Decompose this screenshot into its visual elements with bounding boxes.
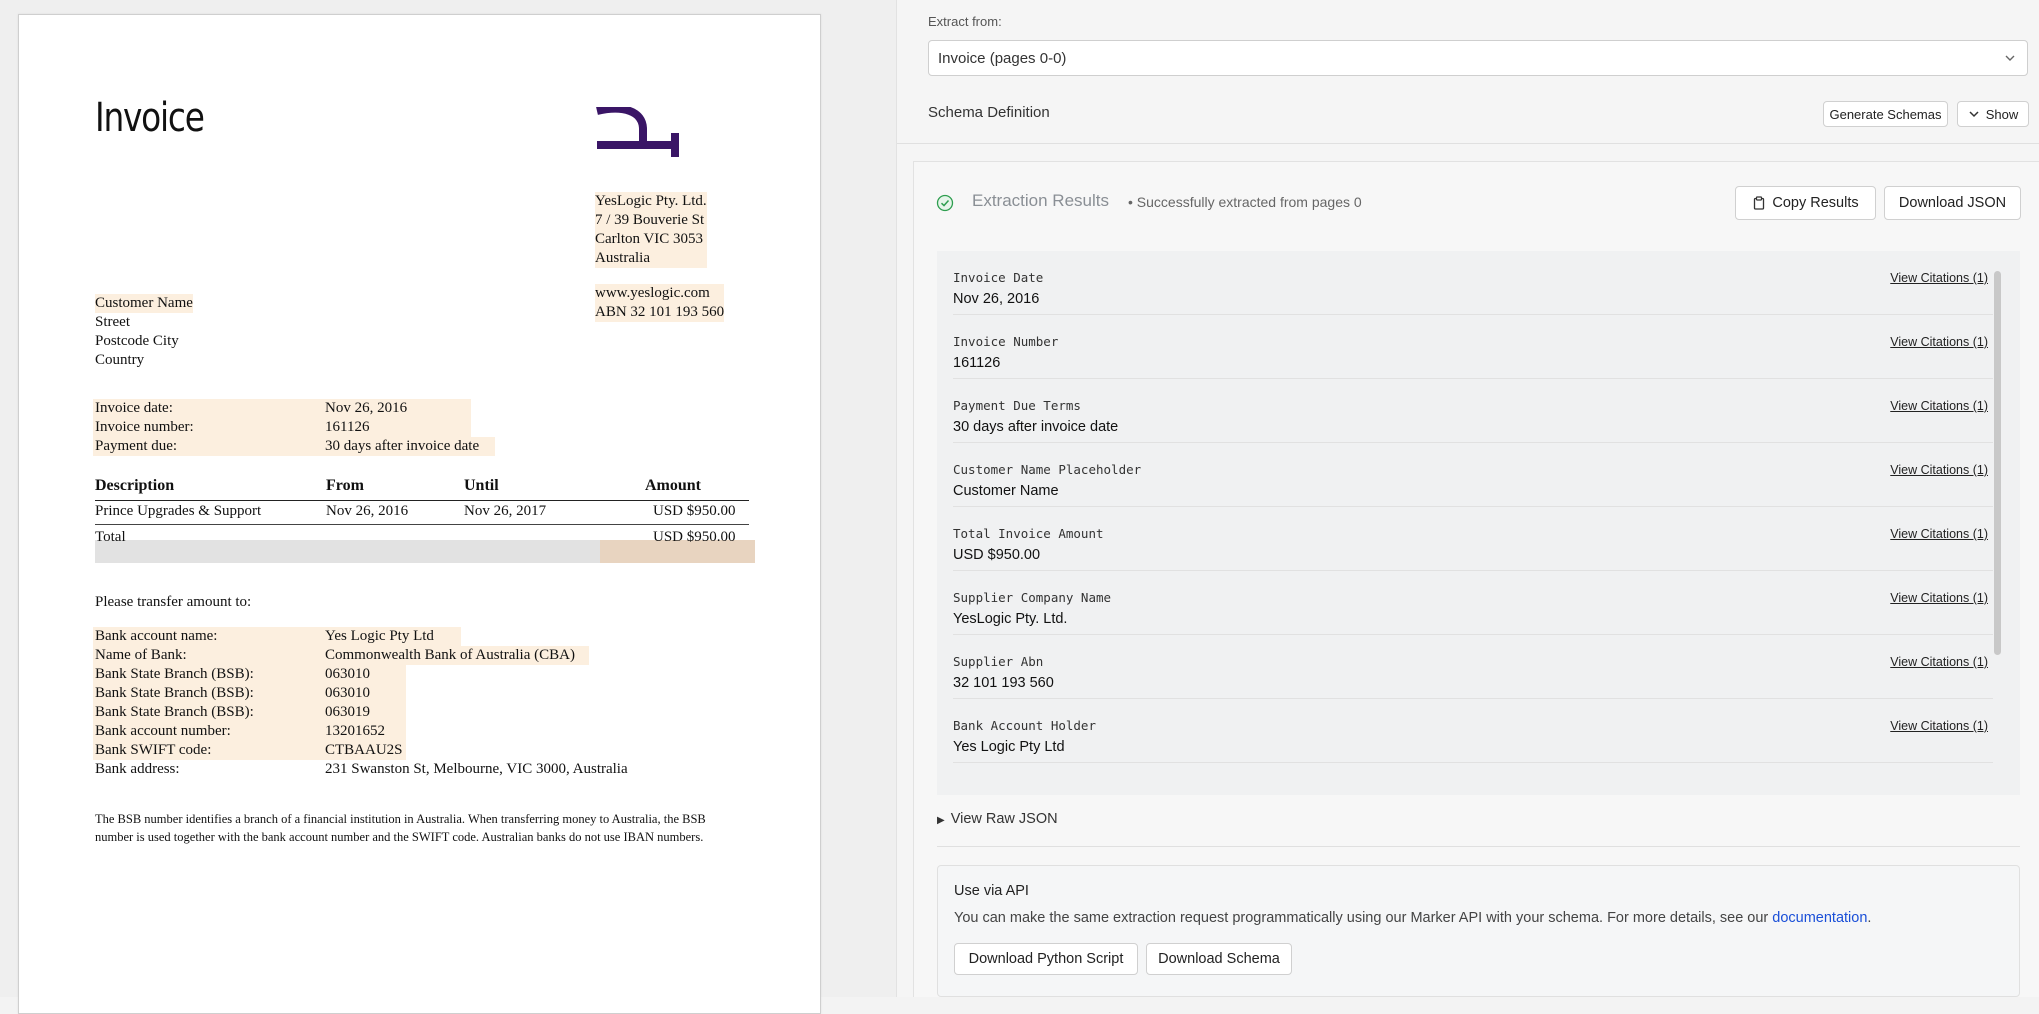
clipboard-icon	[1754, 196, 1765, 210]
invoice-title: Invoice	[95, 95, 205, 141]
transfer-text: Please transfer amount to:	[95, 594, 252, 610]
supplier-address: YesLogic Pty. Ltd. 7 / 39 Bouverie St Ca…	[595, 192, 707, 268]
view-raw-json-toggle[interactable]: ▶ View Raw JSON	[937, 811, 1058, 827]
view-citations-link[interactable]: View Citations (1)	[1890, 527, 1988, 541]
list-item: Payment Due Terms 30 days after invoice …	[953, 379, 1993, 443]
api-section: Use via API You can make the same extrac…	[937, 865, 2020, 997]
yeslogic-logo	[596, 107, 679, 157]
extraction-panel: Extract from: Invoice (pages 0-0) Schema…	[897, 0, 2039, 997]
bank-row: Bank SWIFT code: CTBAAU2S	[93, 741, 406, 760]
chevron-down-icon	[2005, 55, 2015, 61]
meta-row: Invoice date: Nov 26, 2016	[93, 399, 471, 418]
copy-results-button[interactable]: Copy Results	[1735, 186, 1876, 220]
download-schema-button[interactable]: Download Schema	[1146, 943, 1292, 975]
supplier-web: www.yeslogic.com ABN 32 101 193 560	[595, 284, 725, 322]
section-divider	[937, 846, 2020, 847]
bank-details: Bank account name: Yes Logic Pty Ltd Nam…	[93, 627, 693, 779]
table-row: Prince Upgrades & Support	[95, 503, 262, 519]
table-rule	[95, 524, 749, 525]
meta-row: Invoice number: 161126	[93, 418, 471, 437]
meta-row: Payment due: 30 days after invoice date	[93, 437, 495, 456]
chevron-down-icon	[1969, 111, 1979, 118]
api-description: You can make the same extraction request…	[954, 910, 1872, 926]
extraction-results-title: Extraction Results	[972, 191, 1109, 210]
bank-row: Bank State Branch (BSB): 063010	[93, 684, 406, 703]
view-citations-link[interactable]: View Citations (1)	[1890, 463, 1988, 477]
invoice-meta: Invoice date: Nov 26, 2016 Invoice numbe…	[93, 399, 495, 456]
list-item: Total Invoice Amount USD $950.00 View Ci…	[953, 507, 1993, 571]
bank-row: Bank account name: Yes Logic Pty Ltd	[93, 627, 461, 646]
view-citations-link[interactable]: View Citations (1)	[1890, 655, 1988, 669]
extraction-status: • Successfully extracted from pages 0	[1128, 194, 1362, 210]
invoice-page: Invoice YesLogic Pty. Ltd. 7 / 39 Bouver…	[18, 14, 821, 1014]
download-python-script-button[interactable]: Download Python Script	[954, 943, 1138, 975]
api-title: Use via API	[954, 883, 1029, 899]
list-item: Invoice Number 161126 View Citations (1)	[953, 315, 1993, 379]
total-label: Total	[95, 529, 126, 545]
customer-address: Customer Name Street Postcode City Count…	[95, 294, 193, 368]
bank-row: Bank State Branch (BSB): 063010	[93, 665, 406, 684]
document-viewer: Invoice YesLogic Pty. Ltd. 7 / 39 Bouver…	[0, 0, 897, 1014]
check-circle-icon	[936, 194, 954, 212]
view-citations-link[interactable]: View Citations (1)	[1890, 271, 1988, 285]
results-list[interactable]: Invoice Date Nov 26, 2016 View Citations…	[937, 251, 2020, 795]
list-item: Supplier Company Name YesLogic Pty. Ltd.…	[953, 571, 1993, 635]
download-json-button[interactable]: Download JSON	[1884, 186, 2021, 220]
extract-from-value: Invoice (pages 0-0)	[938, 50, 1067, 67]
bank-row: Bank address: 231 Swanston St, Melbourne…	[95, 761, 628, 777]
schema-definition-title: Schema Definition	[928, 104, 1050, 121]
show-schema-button[interactable]: Show	[1957, 101, 2029, 127]
bank-row: Name of Bank: Commonwealth Bank of Austr…	[93, 646, 589, 665]
section-divider	[897, 143, 2039, 144]
list-item: Bank Account Holder Yes Logic Pty Ltd Vi…	[953, 699, 1993, 763]
extract-from-label: Extract from:	[928, 14, 1002, 29]
generate-schemas-button[interactable]: Generate Schemas	[1823, 101, 1948, 127]
view-citations-link[interactable]: View Citations (1)	[1890, 591, 1988, 605]
list-item: Customer Name Placeholder Customer Name …	[953, 443, 1993, 507]
view-citations-link[interactable]: View Citations (1)	[1890, 335, 1988, 349]
list-item: Invoice Date Nov 26, 2016 View Citations…	[953, 251, 1993, 315]
results-scrollbar[interactable]	[1994, 271, 2001, 655]
list-item: Supplier Abn 32 101 193 560 View Citatio…	[953, 635, 1993, 699]
bank-row: Bank account number: 13201652	[93, 722, 406, 741]
documentation-link[interactable]: documentation	[1772, 910, 1867, 926]
caret-right-icon: ▶	[937, 815, 945, 826]
bank-row: Bank State Branch (BSB): 063019	[93, 703, 406, 722]
total-value: USD $950.00	[653, 529, 736, 545]
table-rule	[95, 500, 749, 501]
view-citations-link[interactable]: View Citations (1)	[1890, 719, 1988, 733]
extract-from-select[interactable]: Invoice (pages 0-0)	[928, 40, 2028, 76]
bsb-note: The BSB number identifies a branch of a …	[95, 812, 706, 844]
view-citations-link[interactable]: View Citations (1)	[1890, 399, 1988, 413]
